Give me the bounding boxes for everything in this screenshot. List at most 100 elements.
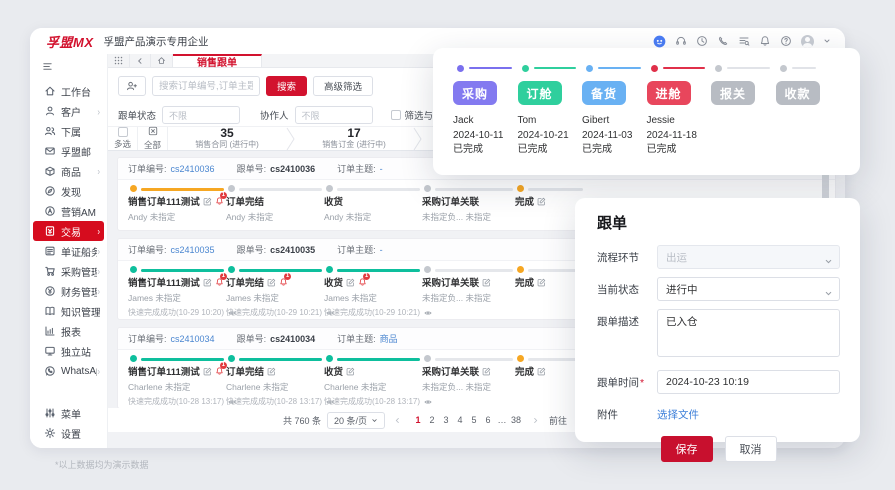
order-no-link[interactable]: cs2410036 [171,164,215,174]
multi-select-checkbox[interactable] [117,127,128,137]
related-checkbox[interactable] [390,110,401,120]
sidebar-item-purchase[interactable]: 采购管理 › [33,261,104,281]
time-input[interactable] [657,370,840,394]
sidebar-item-whatsapp[interactable]: WhatsAp...› [33,361,104,381]
prev-page-icon[interactable] [391,413,405,428]
advanced-filter-button[interactable]: 高级筛选 [313,76,374,96]
order-stage[interactable]: 采购订单关联 未指定负... 未指定 [422,275,518,304]
current-status-select[interactable]: 进行中 [657,277,840,301]
next-page-icon[interactable] [529,413,543,428]
order-stage[interactable]: 采购订单关联 未指定负... 未指定 [422,194,518,223]
process-step-select[interactable]: 出运 [657,245,840,269]
edit-icon[interactable] [346,367,355,376]
tab-home-icon[interactable] [151,54,173,67]
select-all-icon[interactable] [148,126,158,138]
order-stage[interactable]: 销售订单111测试 1 Andy 未指定 [128,192,227,223]
step-pill[interactable]: 收款 [775,81,820,105]
ai-assistant-icon[interactable] [653,35,666,48]
view-log-eye-icon[interactable] [423,309,433,317]
tab-back-icon[interactable] [130,54,151,67]
order-stage[interactable]: 订单完结 Charlene 未指定 快速完成成功(10-28 13:17) [226,364,334,407]
order-subject-link[interactable]: 商品 [380,332,398,345]
sidebar-item-menu[interactable]: 菜单 [33,403,104,423]
edit-icon[interactable] [346,278,355,287]
sidebar-item-discover[interactable]: 发现 [33,181,104,201]
notification-bell-icon[interactable]: 1 [215,273,227,287]
clock-icon[interactable] [696,35,708,47]
edit-icon[interactable] [482,367,491,376]
sidebar-item-trade[interactable]: 交易 › [33,221,104,241]
edit-icon[interactable] [203,197,212,206]
search-button[interactable]: 搜索 [266,76,308,96]
edit-icon[interactable] [267,278,276,287]
page-number[interactable]: 1 [411,413,425,428]
save-button[interactable]: 保存 [660,436,713,462]
sidebar-item-shipping-doc[interactable]: 单证船务 › [33,241,104,261]
stat-tab[interactable]: 17 销售订金 (进行中) [295,127,413,150]
order-stage[interactable]: 收货 Andy 未指定 [324,194,420,223]
step-pill[interactable]: 进舱 [646,81,691,105]
headset-icon[interactable] [675,35,687,47]
edit-icon[interactable] [267,367,276,376]
sidebar-item-customer[interactable]: 客户 › [33,101,104,121]
order-stage[interactable]: 销售订单111测试 1 Charlene 未指定 快速完成成功(10-28 13:… [128,362,236,407]
step-pill[interactable]: 备货 [582,81,626,105]
multi-select-cell[interactable]: 多选 [108,127,138,150]
task-list-icon[interactable] [738,35,750,47]
step-pill[interactable]: 采购 [453,81,497,105]
user-avatar[interactable] [801,34,814,48]
sidebar-item-finance[interactable]: 财务管理 › [33,281,104,301]
description-textarea[interactable]: 已入仓 [657,309,840,357]
step-pill[interactable]: 报关 [711,81,755,105]
collaborator-filter-input[interactable]: 不限 [294,106,373,124]
sidebar-item-settings[interactable]: 设置 [33,423,104,443]
order-stage[interactable]: 订单完结 Andy 未指定 [226,194,322,223]
view-log-eye-icon[interactable] [423,398,433,406]
status-filter-input[interactable]: 不限 [162,106,241,124]
page-size-select[interactable]: 20 条/页 [326,411,385,429]
sidebar-item-mail[interactable]: 孚盟邮 [33,141,104,161]
sidebar-item-home[interactable]: 工作台 [33,81,104,101]
order-no-link[interactable]: cs2410035 [171,245,215,255]
search-input[interactable] [152,76,260,96]
order-stage[interactable]: 订单完结 1 James 未指定 快速完成成功(10-29 10:21) [226,273,334,318]
edit-icon[interactable] [203,278,212,287]
order-stage[interactable]: 收货 Charlene 未指定 快速完成成功(10-28 13:17) [324,364,432,407]
notification-bell-icon[interactable]: 1 [215,192,227,206]
sidebar-item-website[interactable]: 独立站 [33,341,104,361]
sidebar-item-product[interactable]: 商品 › [33,161,104,181]
notification-bell-icon[interactable]: 1 [215,362,227,376]
sidebar-collapse-icon[interactable] [30,57,107,81]
stat-tab[interactable]: 35 销售合同 (进行中) [168,127,286,150]
page-number[interactable]: 6 [481,413,495,428]
edit-icon[interactable] [203,367,212,376]
order-no-link[interactable]: cs2410034 [171,334,215,344]
apps-grid-icon[interactable] [108,54,130,67]
page-number[interactable]: 5 [467,413,481,428]
choose-file-link[interactable]: 选择文件 [657,402,699,422]
sidebar-item-report[interactable]: 报表 [33,321,104,341]
order-stage[interactable]: 采购订单关联 未指定负... 未指定 [422,364,518,393]
cancel-button[interactable]: 取消 [724,436,777,462]
page-number[interactable]: 38 [509,413,523,428]
page-number[interactable]: 4 [453,413,467,428]
caret-down-icon[interactable] [823,37,831,45]
page-number[interactable]: 3 [439,413,453,428]
select-all-cell[interactable]: 全部 [138,126,168,150]
page-number[interactable]: 2 [425,413,439,428]
sidebar-item-subordinate[interactable]: 下属 [33,121,104,141]
help-icon[interactable] [780,35,792,47]
order-stage[interactable]: 销售订单111测试 1 James 未指定 快速完成成功(10-29 10:20) [128,273,236,318]
edit-icon[interactable] [537,197,546,206]
edit-icon[interactable] [537,278,546,287]
sidebar-item-knowledge[interactable]: 知识管理 [33,301,104,321]
order-stage[interactable]: 收货 1 James 未指定 快速完成成功(10-29 10:21) [324,273,432,318]
notification-bell-icon[interactable]: 1 [358,273,371,287]
bell-icon[interactable] [759,35,771,47]
tab-sales-tracking[interactable]: 销售跟单 [173,54,262,69]
step-pill[interactable]: 订舱 [517,81,562,105]
edit-icon[interactable] [482,278,491,287]
edit-icon[interactable] [537,367,546,376]
notification-bell-icon[interactable]: 1 [279,273,292,287]
sidebar-item-marketing[interactable]: 营销AM [33,201,104,221]
